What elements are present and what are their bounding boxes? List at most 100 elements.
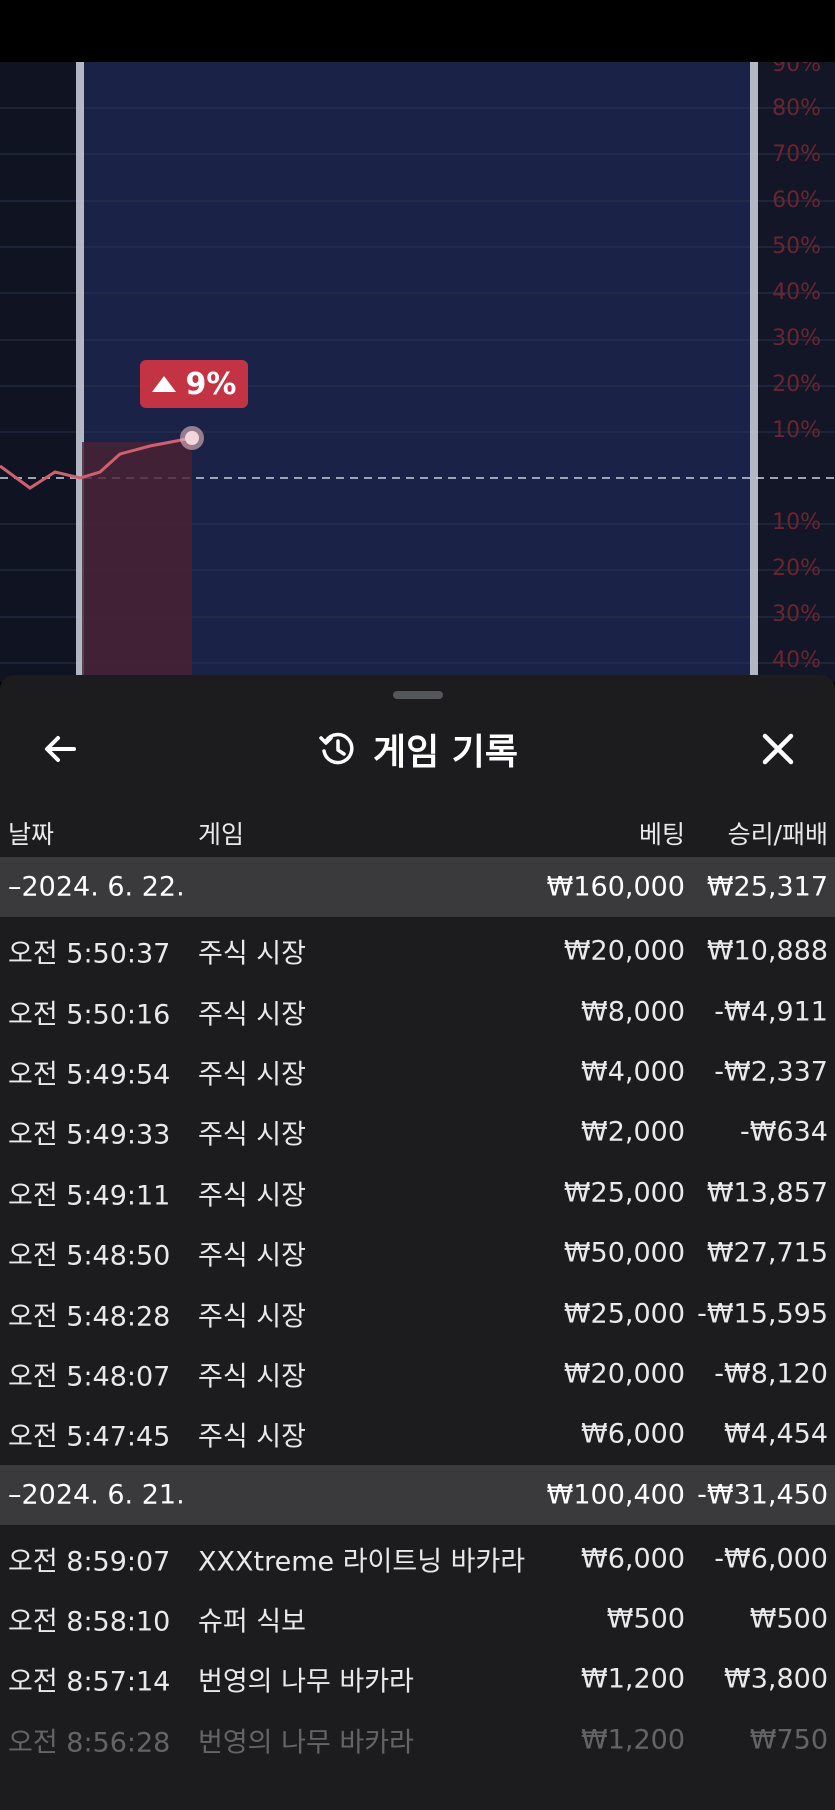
table-row[interactable]: 오전 8:57:14 번영의 나무 바카라 ₩1,200 ₩3,800 xyxy=(0,1649,835,1709)
row-time: 오전 5:49:33 xyxy=(8,1119,171,1151)
history-table: –2024. 6. 22. ₩160,000 ₩25,317 오전 5:50:3… xyxy=(0,857,835,1770)
sheet-title: 게임 기록 xyxy=(372,732,518,773)
axis-label: 30% xyxy=(772,326,821,351)
row-result: -₩15,595 xyxy=(697,1298,828,1330)
table-row[interactable]: 오전 5:49:33 주식 시장 ₩2,000 -₩634 xyxy=(0,1102,835,1162)
table-row[interactable]: 오전 8:56:28 번영의 나무 바카라 ₩1,200 ₩750 xyxy=(0,1710,835,1770)
row-bet: ₩6,000 xyxy=(581,1418,685,1450)
table-row[interactable]: 오전 5:49:54 주식 시장 ₩4,000 -₩2,337 xyxy=(0,1042,835,1102)
table-row[interactable]: 오전 5:47:45 주식 시장 ₩6,000 ₩4,454 xyxy=(0,1404,835,1464)
axis-label: 30% xyxy=(772,602,821,627)
row-bet: ₩4,000 xyxy=(581,1056,685,1088)
row-result: -₩6,000 xyxy=(714,1543,828,1575)
row-game: 번영의 나무 바카라 xyxy=(198,1727,414,1759)
axis-label: 60% xyxy=(772,188,821,213)
row-result: -₩2,337 xyxy=(714,1056,828,1088)
row-result: ₩13,857 xyxy=(706,1177,828,1209)
row-game: 주식 시장 xyxy=(198,1059,306,1091)
group-date: –2024. 6. 22. xyxy=(8,871,185,903)
chart-lines xyxy=(0,62,835,682)
row-bet: ₩8,000 xyxy=(581,996,685,1028)
row-time: 오전 5:48:07 xyxy=(8,1361,171,1393)
row-time: 오전 5:49:54 xyxy=(8,1059,171,1091)
table-row[interactable]: 오전 8:58:10 슈퍼 식보 ₩500 ₩500 xyxy=(0,1589,835,1649)
game-history-sheet: 게임 기록 날짜 게임 베팅 승리/패배 –2024. 6. 22. ₩160,… xyxy=(0,675,835,1810)
row-bet: ₩25,000 xyxy=(563,1177,685,1209)
row-game: 주식 시장 xyxy=(198,1240,306,1272)
row-game: 주식 시장 xyxy=(198,1301,306,1333)
row-bet: ₩20,000 xyxy=(563,1358,685,1390)
group-bet-total: ₩100,400 xyxy=(546,1479,685,1511)
up-triangle-icon xyxy=(151,376,176,392)
row-game: XXXtreme 라이트닝 바카라 xyxy=(198,1546,526,1578)
axis-label: 80% xyxy=(772,96,821,121)
row-bet: ₩2,000 xyxy=(581,1116,685,1148)
table-row[interactable]: 오전 5:49:11 주식 시장 ₩25,000 ₩13,857 xyxy=(0,1163,835,1223)
date-group-row[interactable]: –2024. 6. 21. ₩100,400 -₩31,450 xyxy=(0,1464,835,1525)
row-result: ₩4,454 xyxy=(724,1418,828,1450)
row-time: 오전 8:56:28 xyxy=(8,1727,171,1759)
axis-label: 10% xyxy=(772,418,821,443)
row-result: ₩750 xyxy=(749,1724,828,1756)
axis-label: 90% xyxy=(772,62,821,77)
row-bet: ₩6,000 xyxy=(581,1543,685,1575)
row-game: 주식 시장 xyxy=(198,1119,306,1151)
row-result: -₩4,911 xyxy=(714,996,828,1028)
row-result: -₩634 xyxy=(740,1116,828,1148)
row-time: 오전 8:58:10 xyxy=(8,1606,171,1638)
row-result: ₩27,715 xyxy=(706,1237,828,1269)
group-bet-total: ₩160,000 xyxy=(546,871,685,903)
group-result-total: -₩31,450 xyxy=(697,1479,828,1511)
row-bet: ₩25,000 xyxy=(563,1298,685,1330)
row-game: 주식 시장 xyxy=(198,1421,306,1453)
date-group-row[interactable]: –2024. 6. 22. ₩160,000 ₩25,317 xyxy=(0,857,835,917)
column-header-bet: 베팅 xyxy=(638,820,685,849)
stock-chart-background: 90% 80% 70% 60% 50% 40% 30% 20% 10% 10% … xyxy=(0,62,835,682)
row-time: 오전 5:48:50 xyxy=(8,1240,171,1272)
table-header: 날짜 게임 베팅 승리/패배 xyxy=(0,805,835,855)
row-result: ₩3,800 xyxy=(724,1663,828,1695)
sheet-header: 게임 기록 xyxy=(0,709,835,789)
column-header-result: 승리/패배 xyxy=(727,820,828,849)
axis-label: 10% xyxy=(772,510,821,535)
row-bet: ₩1,200 xyxy=(581,1663,685,1695)
axis-label: 20% xyxy=(772,556,821,581)
row-bet: ₩500 xyxy=(606,1603,685,1635)
axis-label: 50% xyxy=(772,234,821,259)
sheet-title-group: 게임 기록 xyxy=(0,709,835,789)
row-game: 주식 시장 xyxy=(198,938,306,970)
table-row[interactable]: 오전 5:50:37 주식 시장 ₩20,000 ₩10,888 xyxy=(0,921,835,981)
table-row[interactable]: 오전 5:48:28 주식 시장 ₩25,000 -₩15,595 xyxy=(0,1283,835,1343)
row-time: 오전 5:50:16 xyxy=(8,999,171,1031)
row-bet: ₩20,000 xyxy=(563,935,685,967)
row-game: 번영의 나무 바카라 xyxy=(198,1666,414,1698)
axis-label: 70% xyxy=(772,142,821,167)
table-row[interactable]: 오전 8:59:07 XXXtreme 라이트닝 바카라 ₩6,000 -₩6,… xyxy=(0,1529,835,1589)
row-bet: ₩50,000 xyxy=(563,1237,685,1269)
change-badge: 9% xyxy=(140,360,248,408)
group-date: –2024. 6. 21. xyxy=(8,1479,185,1511)
table-row[interactable]: 오전 5:50:16 주식 시장 ₩8,000 -₩4,911 xyxy=(0,981,835,1041)
close-icon[interactable] xyxy=(758,729,798,769)
row-time: 오전 5:49:11 xyxy=(8,1180,171,1212)
row-game: 슈퍼 식보 xyxy=(198,1606,306,1638)
status-bar xyxy=(0,0,835,62)
row-time: 오전 5:50:37 xyxy=(8,938,171,970)
table-row[interactable]: 오전 5:48:50 주식 시장 ₩50,000 ₩27,715 xyxy=(0,1223,835,1283)
row-bet: ₩1,200 xyxy=(581,1724,685,1756)
group-result-total: ₩25,317 xyxy=(706,871,828,903)
axis-label: 40% xyxy=(772,280,821,305)
row-time: 오전 5:47:45 xyxy=(8,1421,171,1453)
drag-handle[interactable] xyxy=(393,691,443,699)
row-result: ₩500 xyxy=(749,1603,828,1635)
table-row[interactable]: 오전 5:48:07 주식 시장 ₩20,000 -₩8,120 xyxy=(0,1344,835,1404)
row-game: 주식 시장 xyxy=(198,1361,306,1393)
change-badge-value: 9% xyxy=(185,366,237,402)
row-game: 주식 시장 xyxy=(198,999,306,1031)
column-header-game: 게임 xyxy=(198,820,245,849)
axis-label: 20% xyxy=(772,372,821,397)
column-header-date: 날짜 xyxy=(8,820,55,849)
history-icon xyxy=(319,732,354,765)
row-game: 주식 시장 xyxy=(198,1180,306,1212)
row-time: 오전 5:48:28 xyxy=(8,1301,171,1333)
